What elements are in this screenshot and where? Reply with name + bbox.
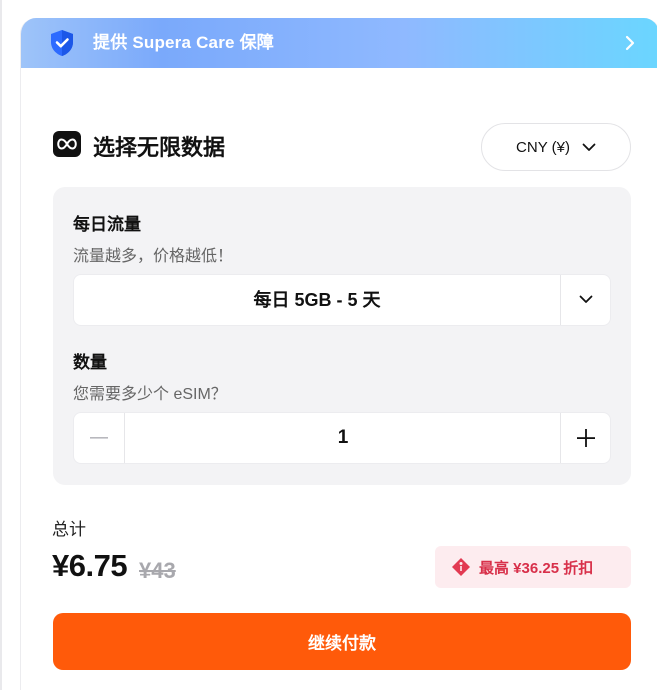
quantity-decrease-button[interactable] (74, 413, 124, 463)
chevron-right-icon (625, 35, 635, 51)
checkout-page: 提供 Supera Care 保障 选择无限数据 CNY (¥) 每日流量 流量… (0, 0, 657, 690)
daily-data-value: 每日 5GB - 5 天 (253, 290, 381, 310)
options-panel: 每日流量 流量越多，价格越低！ 每日 5GB - 5 天 数量 您需要多少个 e… (53, 187, 631, 485)
infinity-icon (53, 131, 81, 157)
banner-text: 提供 Supera Care 保障 (93, 33, 275, 52)
currency-label: CNY (¥) (516, 138, 570, 156)
daily-data-select[interactable]: 每日 5GB - 5 天 (73, 274, 611, 326)
current-price: ¥6.75 (52, 548, 128, 583)
quantity-increase-button[interactable] (561, 413, 611, 463)
quantity-label: 数量 (73, 353, 107, 372)
continue-to-payment-button[interactable]: 继续付款 (53, 613, 631, 670)
quantity-value[interactable]: 1 (125, 413, 561, 463)
original-price: ¥43 (139, 558, 176, 583)
total-label: 总计 (52, 520, 86, 539)
section-title: 选择无限数据 (93, 135, 226, 160)
chevron-down-icon (582, 143, 596, 151)
page-border (0, 0, 2, 690)
plus-icon (577, 429, 595, 447)
plan-card: 提供 Supera Care 保障 选择无限数据 CNY (¥) 每日流量 流量… (20, 18, 657, 690)
discount-text: 最高 ¥36.25 折扣 (479, 559, 594, 577)
select-divider (560, 275, 561, 325)
minus-icon (90, 437, 108, 439)
chevron-down-icon (579, 295, 593, 303)
quantity-stepper: 1 (73, 412, 611, 464)
supera-care-banner[interactable]: 提供 Supera Care 保障 (21, 18, 657, 68)
discount-badge: 最高 ¥36.25 折扣 (435, 546, 631, 588)
daily-data-hint: 流量越多，价格越低！ (73, 248, 234, 265)
currency-selector[interactable]: CNY (¥) (481, 123, 631, 171)
price-tag-icon (452, 558, 470, 576)
shield-check-icon (51, 30, 73, 56)
quantity-hint: 您需要多少个 eSIM？ (73, 386, 227, 403)
daily-data-label: 每日流量 (73, 215, 141, 234)
